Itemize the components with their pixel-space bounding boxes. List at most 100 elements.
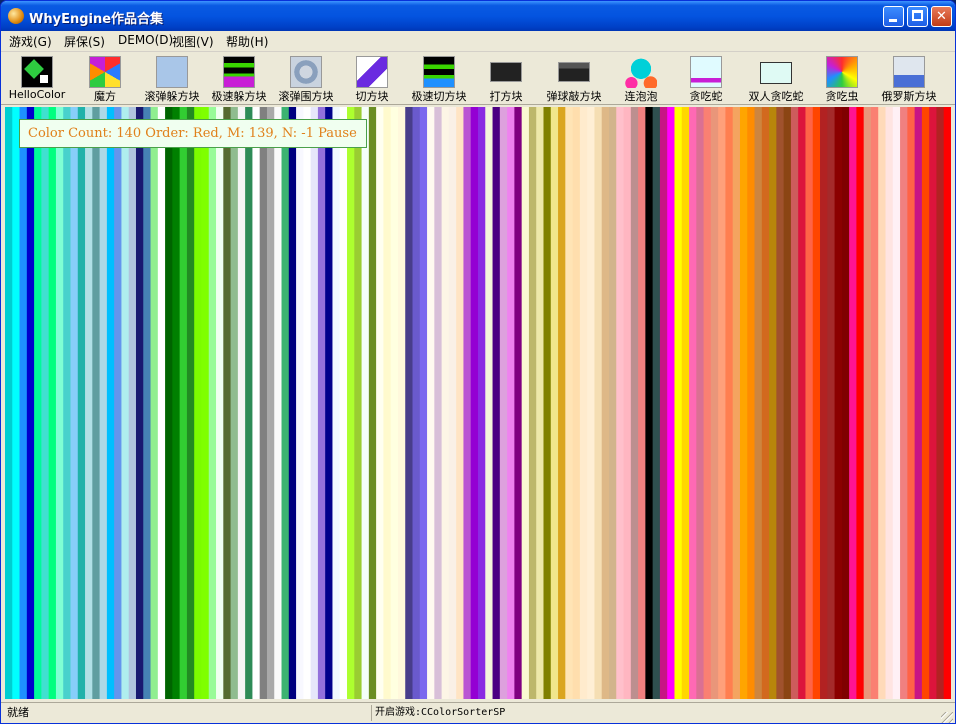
menu-help[interactable]: 帮助(H): [226, 33, 268, 50]
menu-game[interactable]: 游戏(G): [9, 33, 52, 50]
color-stripe: [5, 107, 13, 699]
color-stripe: [900, 107, 908, 699]
hit-blocks-icon: [490, 62, 522, 82]
minimize-icon: [889, 19, 897, 22]
color-stripe: [347, 107, 355, 699]
color-stripe: [594, 107, 603, 699]
color-stripe: [689, 107, 697, 699]
tool-hit-blocks[interactable]: 打方块: [475, 54, 537, 103]
color-stripe: [747, 107, 756, 699]
menu-demo[interactable]: DEMO(D): [118, 33, 173, 47]
color-stripe: [26, 107, 35, 699]
color-stripe: [434, 107, 443, 699]
color-stripe: [630, 107, 639, 699]
color-stripe: [754, 107, 763, 699]
close-icon: ✕: [936, 9, 947, 24]
color-stripe: [368, 107, 377, 699]
info-box: Color Count: 140 Order: Red, M: 139, N: …: [19, 119, 367, 148]
speed-dodge-blocks-icon: [223, 56, 255, 88]
tool-roll-dodge-blocks[interactable]: 滚弹躲方块: [139, 54, 205, 103]
toolbar: HelloColor 魔方 滚弹躲方块 极速躲方块 滚弹围方块 切方块 极速切方…: [1, 52, 955, 105]
title-bar[interactable]: WhyEngine作品合集 ✕: [1, 1, 955, 31]
color-stripe: [179, 107, 188, 699]
color-stripe: [827, 107, 836, 699]
color-stripe: [303, 107, 312, 699]
color-stripe: [834, 107, 843, 699]
color-stripe: [805, 107, 814, 699]
status-ready: 就绪: [7, 706, 29, 719]
color-stripe: [383, 107, 392, 699]
status-bar: 就绪 开启游戏:CColorSorterSP: [1, 702, 955, 723]
color-stripe: [863, 107, 872, 699]
game-canvas[interactable]: Color Count: 140 Order: Red, M: 139, N: …: [5, 107, 951, 699]
tool-speed-dodge-blocks[interactable]: 极速躲方块: [206, 54, 272, 103]
color-stripe: [310, 107, 319, 699]
color-stripe: [601, 107, 610, 699]
color-stripe: [412, 107, 421, 699]
color-stripe: [499, 107, 508, 699]
minimize-button[interactable]: [883, 6, 904, 27]
color-stripe: [914, 107, 923, 699]
color-stripe: [878, 107, 887, 699]
tool-speed-cut-blocks[interactable]: 极速切方块: [405, 54, 473, 103]
color-stripe: [390, 107, 399, 699]
tool-roll-surround-blocks[interactable]: 滚弹围方块: [273, 54, 339, 103]
color-stripe: [85, 107, 93, 699]
color-stripe: [536, 107, 545, 699]
menu-view[interactable]: 视图(V): [172, 33, 214, 50]
color-stripe: [929, 107, 938, 699]
color-stripe: [492, 107, 501, 699]
color-stripe: [281, 107, 290, 699]
color-stripe: [667, 107, 676, 699]
color-stripe: [579, 107, 588, 699]
color-stripe: [783, 107, 792, 699]
roll-dodge-blocks-icon: [156, 56, 188, 88]
tool-tetris[interactable]: 俄罗斯方块: [873, 54, 945, 103]
color-stripe: [943, 107, 951, 699]
color-stripe: [230, 107, 239, 699]
color-stripe: [681, 107, 690, 699]
tool-cut-blocks[interactable]: 切方块: [341, 54, 403, 103]
color-stripe: [237, 107, 246, 699]
color-stripe: [12, 107, 21, 699]
color-stripe: [165, 107, 173, 699]
maximize-button[interactable]: [907, 6, 928, 27]
color-stripe: [485, 107, 494, 699]
color-stripe: [907, 107, 916, 699]
color-stripe: [587, 107, 596, 699]
tool-rubiks-cube[interactable]: 魔方: [73, 54, 137, 103]
maximize-icon: [912, 10, 923, 21]
close-button[interactable]: ✕: [931, 6, 952, 27]
color-stripe: [55, 107, 64, 699]
color-stripe: [820, 107, 828, 699]
color-stripe: [659, 107, 668, 699]
color-stripe: [143, 107, 152, 699]
tool-two-player-snake[interactable]: 双人贪吃蛇: [739, 54, 813, 103]
color-stripe: [186, 107, 195, 699]
color-stripe: [70, 107, 79, 699]
color-stripe: [245, 107, 254, 699]
color-stripe: [376, 107, 384, 699]
color-stripe: [776, 107, 785, 699]
menu-screensaver[interactable]: 屏保(S): [64, 33, 105, 50]
color-stripe: [419, 107, 428, 699]
color-stripe: [936, 107, 945, 699]
tool-hellocolor[interactable]: HelloColor: [5, 54, 69, 102]
color-stripe: [761, 107, 770, 699]
color-stripe: [550, 107, 559, 699]
color-stripe: [514, 107, 523, 699]
tool-worm[interactable]: 贪吃虫: [815, 54, 869, 103]
app-icon[interactable]: [8, 8, 24, 24]
resize-grip[interactable]: [941, 712, 953, 723]
color-stripe: [710, 107, 719, 699]
tool-pinball-blocks[interactable]: 弹球敲方块: [539, 54, 609, 103]
tool-bubbles[interactable]: 连泡泡: [611, 54, 671, 103]
color-stripe: [252, 107, 261, 699]
color-stripe: [608, 107, 617, 699]
color-stripe: [441, 107, 450, 699]
app-window: WhyEngine作品合集 ✕ 游戏(G) 屏保(S) DEMO(D) 视图(V…: [0, 0, 956, 724]
color-stripe: [790, 107, 799, 699]
tool-snake[interactable]: 贪吃蛇: [675, 54, 737, 103]
color-stripe: [856, 107, 865, 699]
color-stripe: [194, 107, 203, 699]
